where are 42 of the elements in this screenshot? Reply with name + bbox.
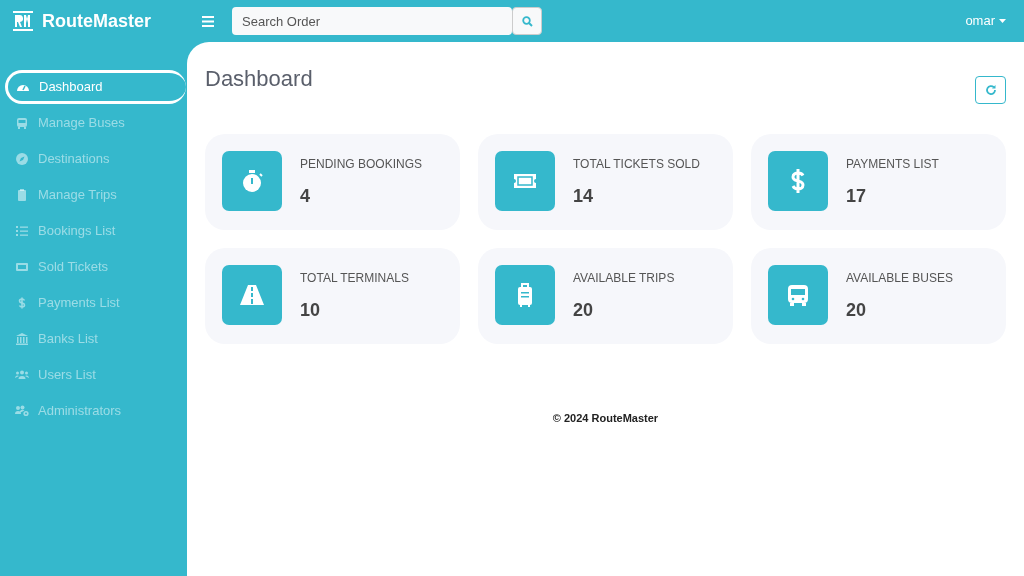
search-button[interactable] [512, 7, 542, 35]
stat-value: 17 [846, 185, 868, 208]
page-title: Dashboard [205, 66, 313, 93]
refresh-icon [984, 84, 997, 96]
search-field[interactable]: Search Order [232, 7, 512, 35]
caret-icon [999, 19, 1006, 23]
stat-label: AVAILABLE TRIPS [573, 270, 675, 287]
sidebar-item[interactable]: Payments List [5, 286, 186, 320]
sidebar-item[interactable]: Banks List [5, 322, 186, 356]
stat-value: 4 [300, 185, 311, 208]
users-gear-icon [15, 404, 29, 418]
sidebar-item[interactable]: Dashboard [5, 70, 186, 104]
stat-label: PAYMENTS LIST [846, 156, 939, 173]
brand-name[interactable]: RouteMaster [42, 7, 152, 35]
clipboard-icon [15, 188, 29, 202]
bank-icon [15, 332, 29, 346]
sidebar-item[interactable]: Manage Buses [5, 106, 186, 140]
stat-value: 20 [846, 299, 868, 322]
sidebar-item[interactable]: Users List [5, 358, 186, 392]
bus-icon [15, 116, 29, 130]
sidebar-item[interactable]: Sold Tickets [5, 250, 186, 284]
sidebar-item[interactable]: Manage Trips [5, 178, 186, 212]
stat-label: TOTAL TICKETS SOLD [573, 156, 700, 173]
stat-value: 10 [300, 299, 322, 322]
stat-value: 20 [573, 299, 595, 322]
search-icon [521, 15, 533, 27]
sidebar-item[interactable]: Destinations [5, 142, 186, 176]
user-menu[interactable]: omar [959, 10, 1012, 32]
sidebar-item[interactable]: Bookings List [5, 214, 186, 248]
menu-icon[interactable] [202, 15, 214, 27]
compass-icon [15, 152, 29, 166]
ticket-icon [15, 260, 29, 274]
users-icon [15, 368, 29, 382]
footer-copyright: © 2024 RouteMaster [551, 411, 660, 426]
stat-label: TOTAL TERMINALS [300, 270, 409, 287]
refresh-button[interactable] [975, 76, 1006, 104]
sidebar-item[interactable]: Administrators [5, 394, 186, 428]
list-icon [15, 224, 29, 238]
stat-value: 14 [573, 185, 595, 208]
logo-icon [12, 10, 34, 32]
stat-label: PENDING BOOKINGS [300, 156, 423, 173]
stat-label: AVAILABLE BUSES [846, 270, 953, 287]
